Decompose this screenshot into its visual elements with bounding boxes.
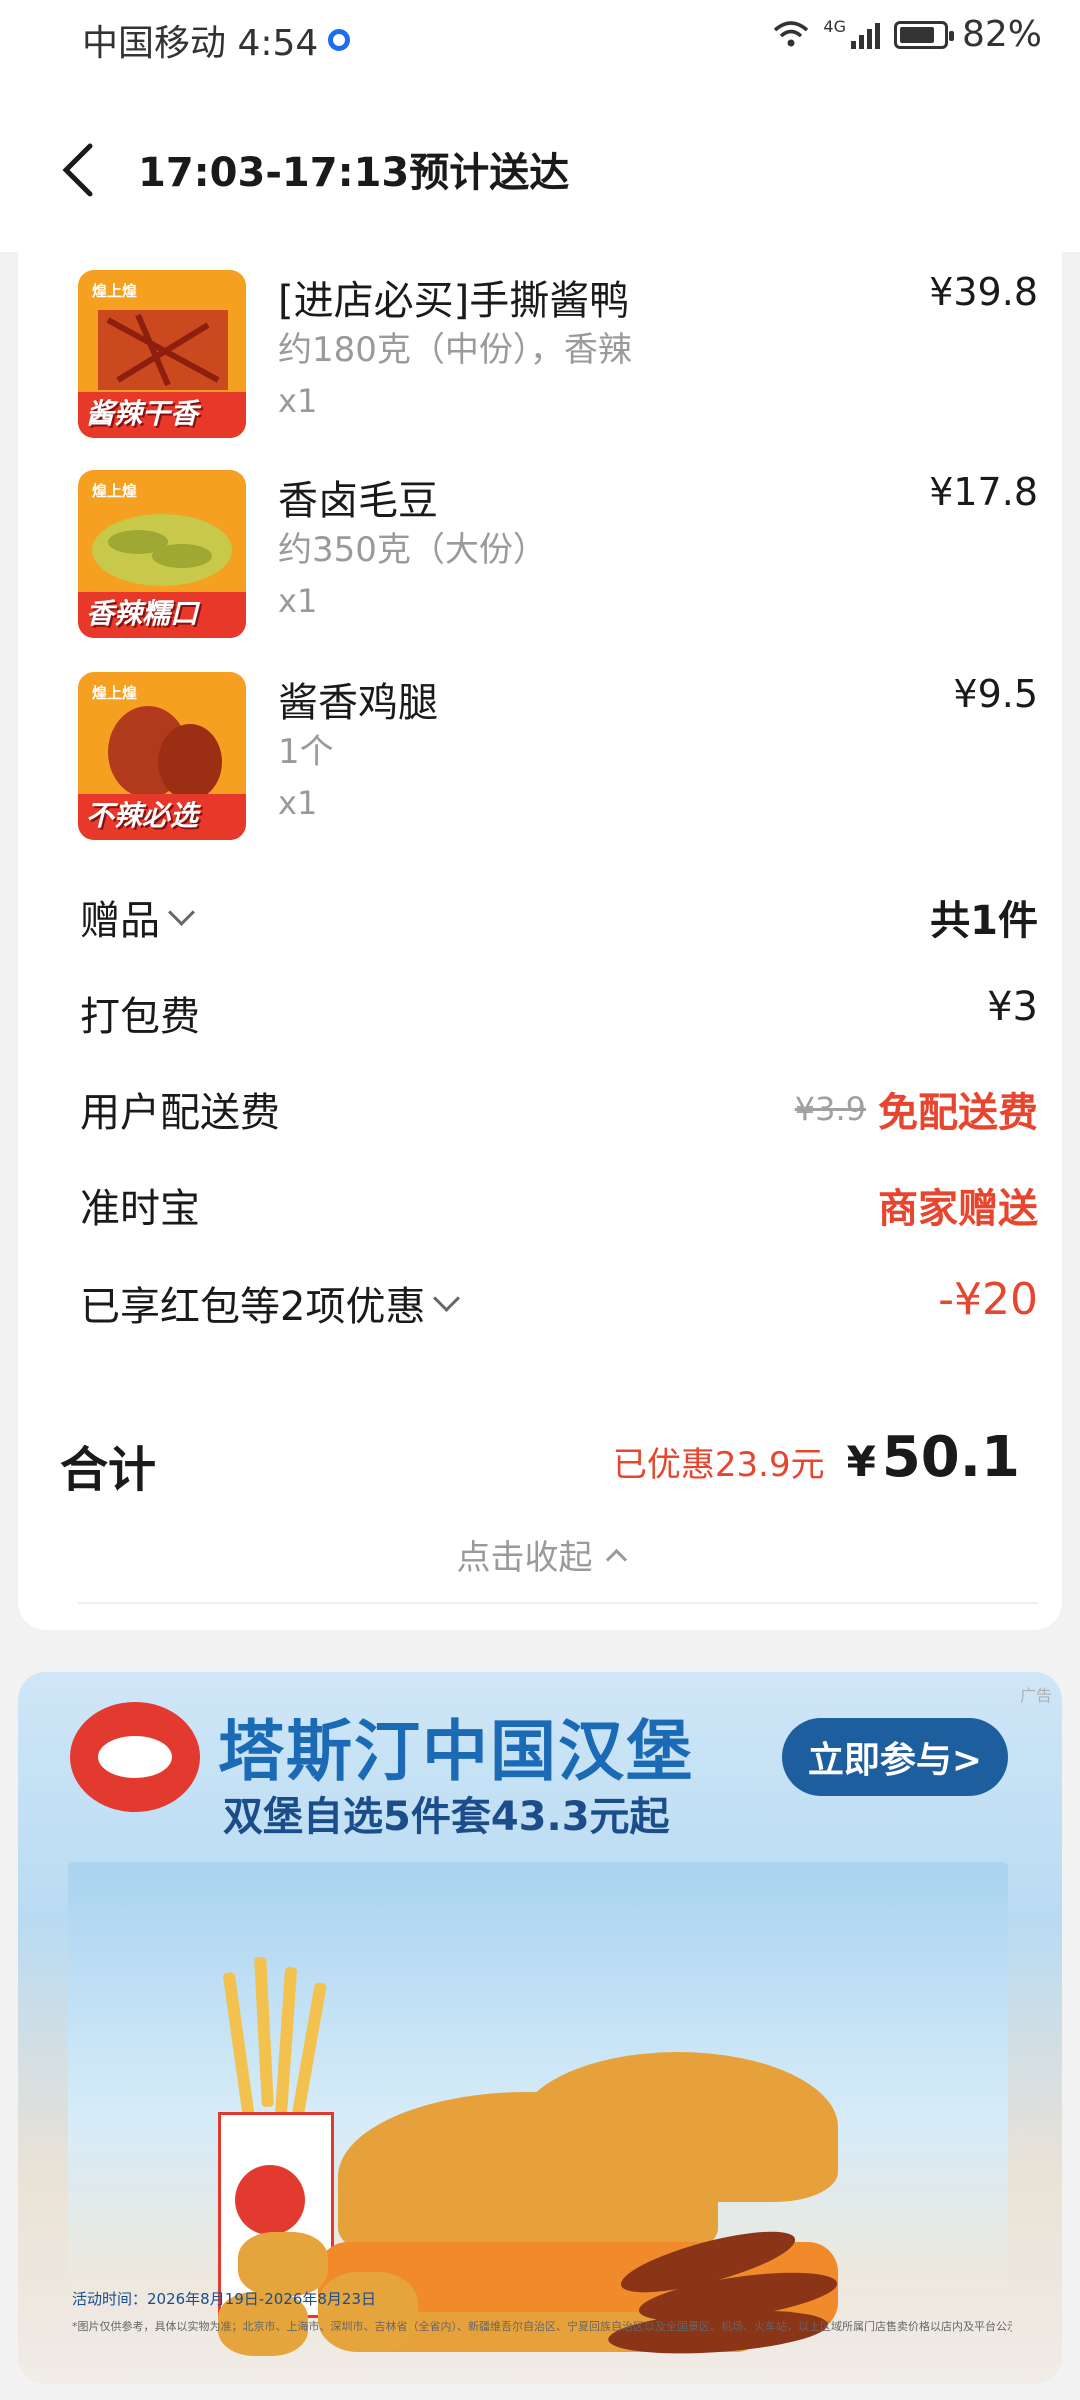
delivery-original-price: ¥3.9 — [794, 1090, 866, 1128]
delivery-label: 用户配送费 — [80, 1090, 280, 1136]
gift-value: 共1件 — [930, 898, 1038, 944]
ad-title: 塔斯汀中国汉堡 — [218, 1713, 694, 1790]
item-thumbnail: 煌上煌 不辣必选 — [78, 672, 246, 840]
currency-symbol: ¥ — [846, 1437, 876, 1486]
battery-icon — [893, 20, 954, 49]
total-saved: 已优惠23.9元 — [612, 1445, 825, 1485]
packing-fee-row: 打包费 ¥3 — [80, 984, 1038, 1044]
delivery-value-wrap: ¥3.9 免配送费 — [795, 1080, 1038, 1138]
nugget — [318, 2272, 418, 2352]
network-label: 4G — [823, 17, 846, 36]
chevron-up-icon — [605, 1548, 627, 1571]
gift-label: 赠品 — [80, 898, 160, 944]
ad-corner-label: 广告 — [1019, 1686, 1052, 1705]
packing-label: 打包费 — [80, 994, 200, 1040]
order-item[interactable]: 煌上煌 不辣必选 酱香鸡腿 1个 x1 ¥9.5 — [78, 672, 1038, 842]
item-qty: x1 — [278, 382, 318, 420]
discount-value: -¥20 — [938, 1274, 1038, 1325]
collapse-button[interactable]: 点击收起 — [0, 1530, 1080, 1579]
status-right: 4G 82% — [773, 14, 1042, 55]
item-name: 酱香鸡腿 — [278, 680, 438, 726]
chevron-down-icon — [168, 898, 195, 926]
item-thumbnail: 煌上煌 酱辣干香 — [78, 270, 246, 438]
wifi-icon — [774, 20, 809, 46]
order-item[interactable]: 煌上煌 香辣糯口 香卤毛豆 约350克（大份） x1 ¥17.8 — [78, 470, 1038, 640]
ontime-row: 准时宝 商家赠送 — [80, 1176, 1038, 1236]
battery-percent: 82% — [961, 14, 1042, 55]
burger-bun-front — [338, 2092, 718, 2262]
nugget — [238, 2232, 328, 2296]
status-left: 中国移动 4:54 — [82, 14, 351, 66]
thumb-tag: 不辣必选 — [86, 799, 199, 832]
ad-banner[interactable]: 广告 塔斯汀中国汉堡 双堡自选5件套43.3元起 立即参与> 活动时间：2026… — [18, 1672, 1062, 2384]
collapse-label: 点击收起 — [456, 1538, 593, 1578]
item-price: ¥9.5 — [953, 672, 1038, 716]
item-thumbnail: 煌上煌 香辣糯口 — [78, 470, 246, 638]
ad-subtitle: 双堡自选5件套43.3元起 — [223, 1794, 670, 1840]
total-label: 合计 — [60, 1442, 157, 1498]
brand-logo-icon — [70, 1702, 200, 1812]
ad-cta-button[interactable]: 立即参与> — [782, 1718, 1008, 1796]
item-spec: 约350克（大份） — [278, 530, 547, 570]
order-card: 煌上煌 酱辣干香 [进店必买]手撕酱鸭 约180克（中份），香辣 x1 ¥39.… — [18, 222, 1062, 1630]
item-price: ¥17.8 — [929, 470, 1038, 514]
item-qty: x1 — [278, 582, 318, 620]
item-qty: x1 — [278, 784, 318, 822]
packing-value: ¥3 — [987, 984, 1038, 1030]
discount-label-wrap: 已享红包等2项优惠 — [80, 1274, 461, 1332]
order-item[interactable]: 煌上煌 酱辣干香 [进店必买]手撕酱鸭 约180克（中份），香辣 x1 ¥39.… — [78, 270, 1038, 440]
item-price: ¥39.8 — [929, 270, 1038, 314]
item-name: [进店必买]手撕酱鸭 — [278, 278, 630, 324]
thumb-tag: 香辣糯口 — [86, 597, 199, 630]
discount-row[interactable]: 已享红包等2项优惠 -¥20 — [80, 1274, 1038, 1334]
total-amount: 50.1 — [881, 1425, 1020, 1490]
gift-row[interactable]: 赠品 共1件 — [80, 888, 1038, 948]
delivery-fee-row: 用户配送费 ¥3.9 免配送费 — [80, 1080, 1038, 1140]
status-bar: 中国移动 4:54 4G 82% — [0, 0, 1080, 80]
thumb-tag: 酱辣干香 — [86, 397, 199, 430]
gift-label-wrap: 赠品 — [80, 888, 195, 946]
total-amount-wrap: ¥50.1 — [847, 1425, 1020, 1490]
item-spec: 约180克（中份），香辣 — [278, 330, 632, 370]
ad-date: 活动时间：2026年8月19日-2026年8月23日 — [72, 2290, 377, 2308]
location-icon — [328, 29, 351, 51]
total-right: 已优惠23.9元 ¥50.1 — [613, 1425, 1020, 1490]
ontime-value: 商家赠送 — [878, 1186, 1038, 1232]
discount-label: 已享红包等2项优惠 — [80, 1284, 426, 1330]
item-name: 香卤毛豆 — [278, 478, 438, 524]
ad-fine-print: *图片仅供参考，具体以实物为准；北京市、上海市、深圳市、吉林省（全省内）、新疆维… — [72, 2320, 1012, 2333]
back-arrow-icon[interactable] — [58, 140, 98, 200]
signal-icon — [850, 22, 880, 49]
delivery-eta-title: 17:03-17:13预计送达 — [138, 150, 570, 196]
chevron-down-icon — [433, 1284, 461, 1312]
delivery-free-label: 免配送费 — [878, 1090, 1038, 1136]
divider — [78, 1602, 1038, 1604]
ontime-label: 准时宝 — [80, 1186, 200, 1232]
carrier-time: 中国移动 4:54 — [82, 23, 319, 64]
battery-level — [899, 26, 935, 43]
item-spec: 1个 — [278, 732, 334, 772]
